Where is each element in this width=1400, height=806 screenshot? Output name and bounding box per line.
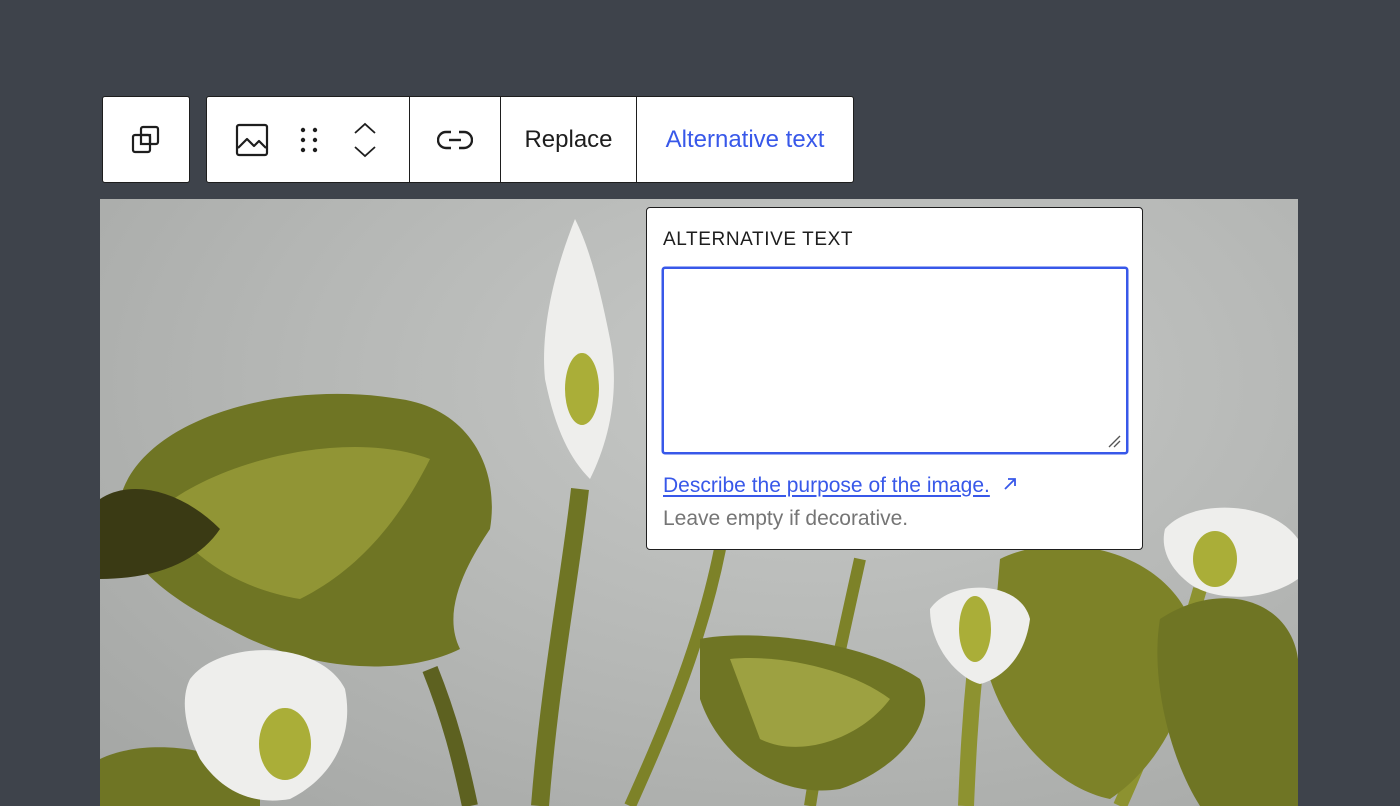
duplicate-blocks-icon <box>130 124 162 156</box>
alternative-text-input[interactable] <box>662 267 1128 454</box>
resize-grip-icon[interactable] <box>1107 434 1121 448</box>
alternative-text-button[interactable]: Alternative text <box>636 97 853 182</box>
image-icon <box>235 123 269 157</box>
drag-handle-button[interactable] <box>297 97 321 182</box>
describe-purpose-link[interactable]: Describe the purpose of the image. <box>663 474 1018 498</box>
chevron-down-icon[interactable] <box>352 145 378 159</box>
external-arrow-icon <box>1002 474 1018 498</box>
replace-button[interactable]: Replace <box>500 97 636 182</box>
block-toolbar-main-group: Replace Alternative text <box>206 96 854 183</box>
alternative-text-popover: ALTERNATIVE TEXT Describe the purpose of… <box>646 207 1143 550</box>
duplicate-blocks-button[interactable] <box>103 97 188 182</box>
describe-purpose-link-text[interactable]: Describe the purpose of the image. <box>663 474 990 498</box>
decorative-help-text: Leave empty if decorative. <box>663 507 909 530</box>
block-toolbar-parent-group <box>102 96 190 183</box>
link-icon <box>437 129 473 151</box>
move-up-down-button[interactable] <box>321 97 409 182</box>
popover-title: ALTERNATIVE TEXT <box>663 229 854 250</box>
drag-handle-icon <box>299 124 319 156</box>
image-block-type-button[interactable] <box>207 97 297 182</box>
chevron-up-icon[interactable] <box>352 121 378 135</box>
editor-canvas: Replace Alternative text ALTERNATIVE TEX… <box>0 0 1400 806</box>
link-button[interactable] <box>409 97 500 182</box>
